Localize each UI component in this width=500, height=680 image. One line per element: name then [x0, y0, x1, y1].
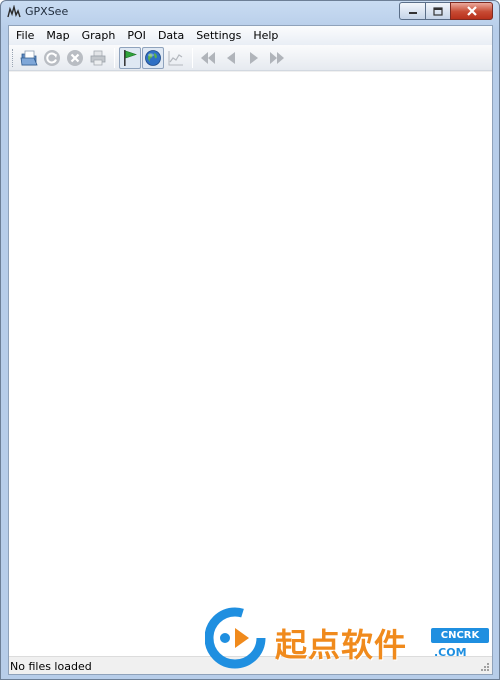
print-button[interactable]	[87, 47, 109, 69]
menu-help[interactable]: Help	[247, 26, 284, 45]
close-file-button[interactable]	[64, 47, 86, 69]
title-bar[interactable]: GPXSee	[1, 1, 499, 23]
window-title: GPXSee	[25, 5, 69, 18]
previous-file-button[interactable]	[220, 47, 242, 69]
menu-graph[interactable]: Graph	[76, 26, 122, 45]
next-file-button[interactable]	[243, 47, 265, 69]
close-button[interactable]	[450, 2, 493, 20]
menu-settings[interactable]: Settings	[190, 26, 247, 45]
previous-file-icon	[227, 51, 235, 64]
last-file-button[interactable]	[266, 47, 288, 69]
toolbar-grip[interactable]	[12, 48, 15, 67]
menu-file[interactable]: File	[10, 26, 40, 45]
toolbar-separator	[192, 47, 193, 68]
show-map-globe-icon	[145, 49, 161, 66]
map-view[interactable]	[9, 72, 492, 656]
close-icon	[466, 6, 477, 16]
maximize-button[interactable]	[425, 2, 450, 20]
toolbar-separator	[114, 47, 115, 68]
status-text: No files loaded	[10, 660, 92, 673]
client-area: File Map Graph POI Data Settings Help No…	[8, 25, 493, 675]
app-window: GPXSee File Map Graph POI Data Settings …	[0, 0, 500, 680]
open-file-icon	[20, 50, 38, 65]
watermark-domain: .COM	[434, 646, 467, 659]
menu-bar: File Map Graph POI Data Settings Help	[9, 26, 492, 45]
watermark-logo-icon	[205, 607, 266, 669]
watermark-badge: CNCRK	[431, 628, 489, 643]
show-graphs-button[interactable]	[165, 47, 187, 69]
first-file-icon	[201, 51, 215, 64]
reload-button[interactable]	[41, 47, 63, 69]
print-icon	[90, 50, 106, 65]
main-toolbar	[9, 45, 492, 71]
close-file-icon	[67, 49, 83, 66]
first-file-button[interactable]	[197, 47, 219, 69]
maximize-icon	[433, 6, 443, 16]
watermark: 起点软件 CNCRK .COM	[205, 606, 495, 672]
menu-map[interactable]: Map	[40, 26, 75, 45]
caption-buttons	[399, 2, 493, 20]
minimize-icon	[408, 12, 417, 14]
reload-icon	[44, 49, 60, 66]
show-map-button[interactable]	[142, 46, 164, 69]
gpxsee-app-icon[interactable]	[7, 4, 21, 19]
open-file-button[interactable]	[18, 47, 40, 69]
show-poi-flag-icon	[124, 49, 137, 66]
show-graphs-icon	[168, 50, 183, 65]
next-file-icon	[250, 51, 258, 64]
watermark-text: 起点软件	[275, 626, 408, 664]
minimize-button[interactable]	[399, 2, 425, 20]
last-file-icon	[270, 51, 284, 64]
menu-data[interactable]: Data	[152, 26, 190, 45]
show-poi-button[interactable]	[119, 46, 141, 69]
menu-poi[interactable]: POI	[121, 26, 152, 45]
